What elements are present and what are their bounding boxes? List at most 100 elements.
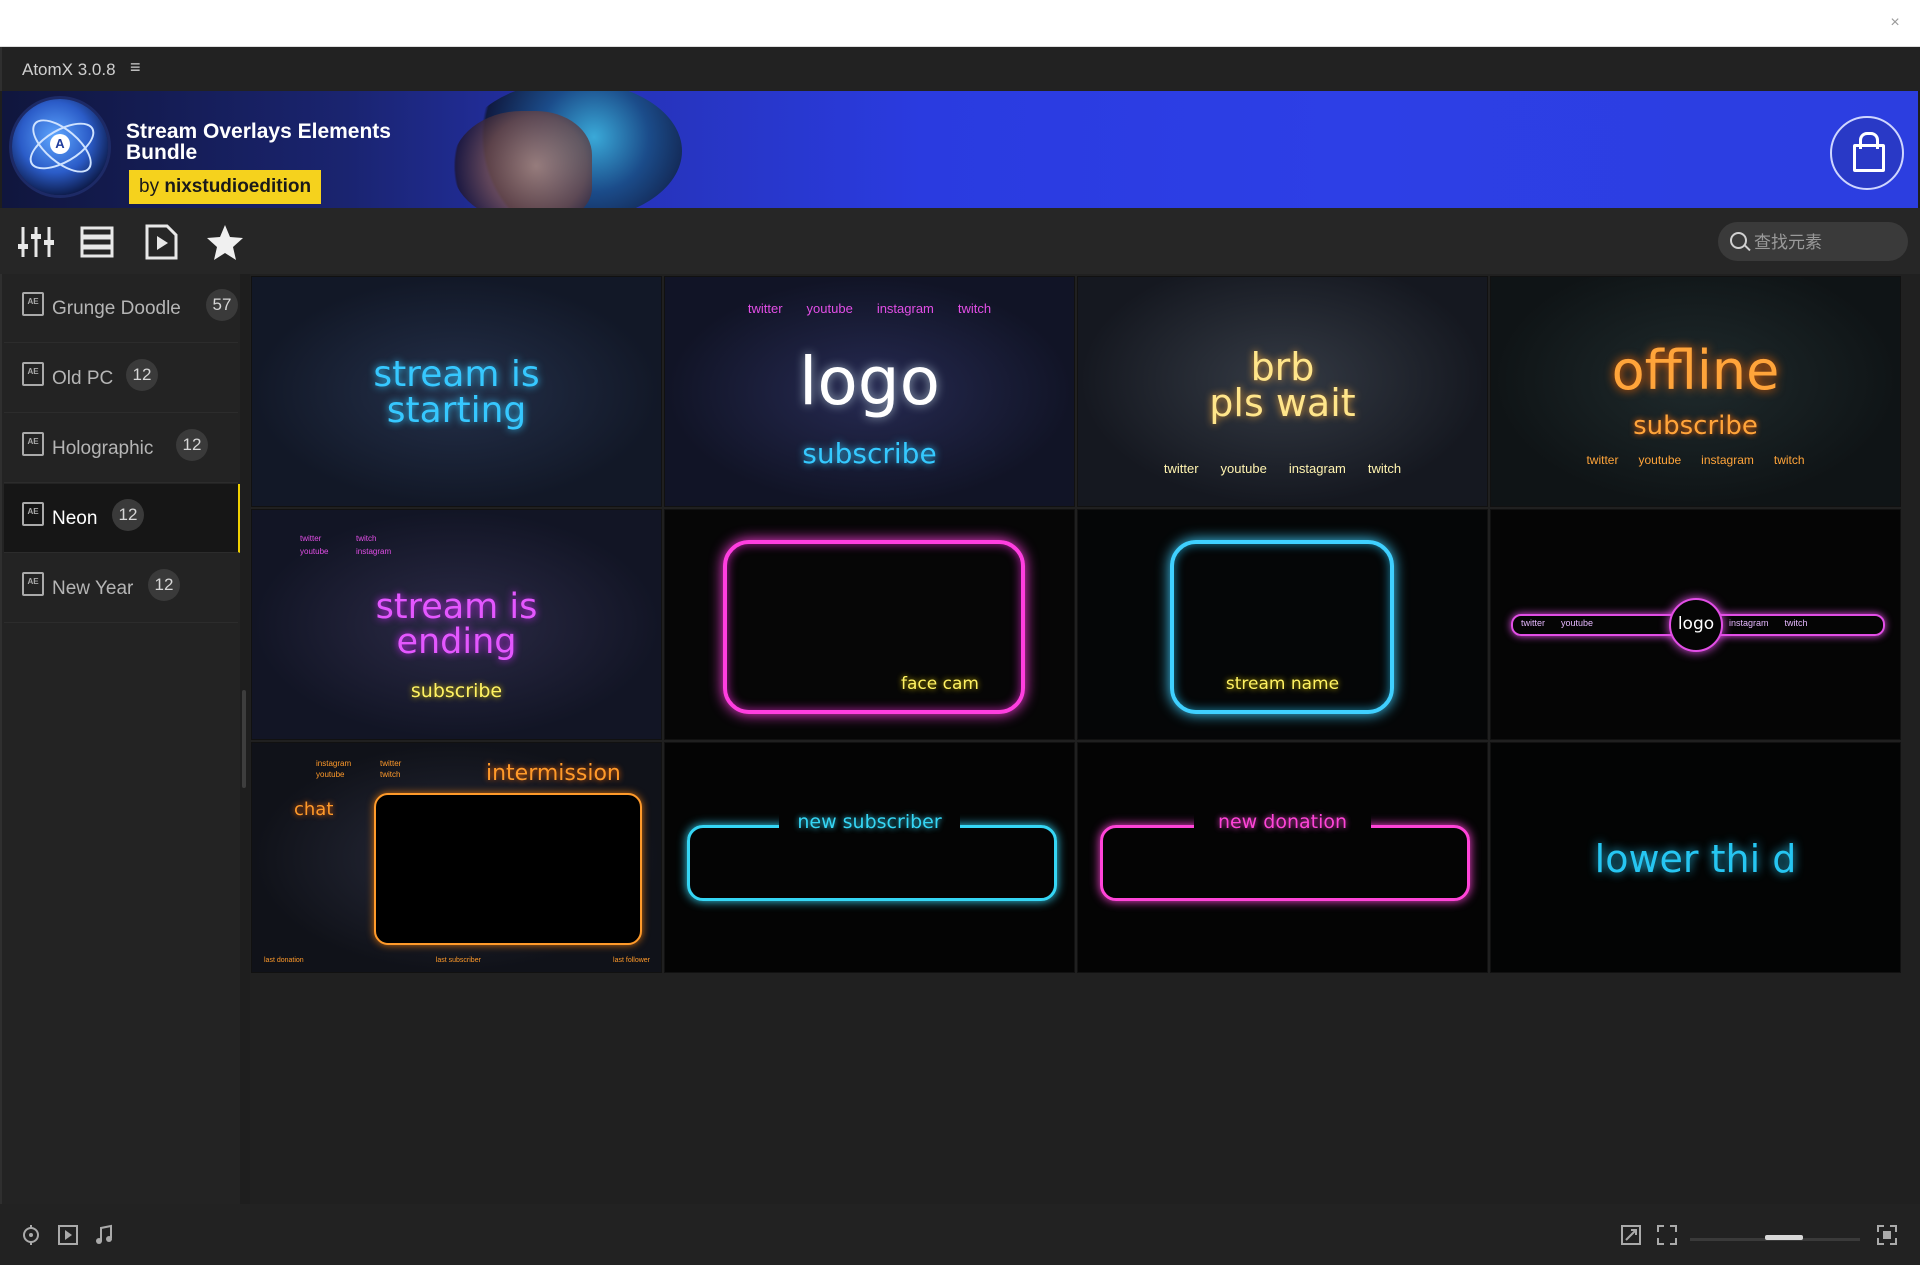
thumb-chat: chat [294,799,334,820]
list-view-icon[interactable] [78,223,118,261]
fit-icon[interactable] [1656,1224,1678,1246]
social-label: instagram [876,301,934,316]
thumbnail-logo-bar[interactable]: twitter youtube instagram twitch logo [1490,509,1901,740]
author-prefix: by [139,176,160,197]
count-badge: 12 [176,429,208,461]
social-label: youtube [300,547,329,556]
author-name: nixstudioedition [164,176,312,197]
thumbnail-stream-ending[interactable]: twitter twitch youtube instagram stream … [251,509,662,740]
close-icon[interactable]: × [1884,12,1906,34]
sidebar-item-new-year[interactable]: AE New Year 12 [4,554,238,623]
social-label: youtube [806,301,853,316]
sliders-icon[interactable] [16,223,56,261]
social-label: twitter [747,301,783,316]
thumbnail-new-subscriber[interactable]: new subscriber [664,742,1075,973]
sidebar-item-neon[interactable]: AE Neon 12 [4,484,240,553]
neon-frame [723,540,1025,714]
social-label: youtube [1561,618,1594,628]
footer-label: last donation [264,957,304,964]
social-label: twitch [356,534,377,543]
music-icon[interactable] [93,1224,115,1246]
social-label: instagram [1701,453,1754,467]
social-label: twitch [1773,453,1805,467]
thumbnail-lower-third[interactable]: lower thi d [1490,742,1901,973]
atomx-logo: A [12,99,108,195]
zoom-slider[interactable] [1690,1235,1860,1241]
social-label: youtube [1638,453,1682,467]
ae-file-icon: AE [22,292,44,316]
bottom-bar [0,1204,1920,1265]
thumb-line: ending [396,622,517,662]
social-row: twitter youtube instagram twitch [665,301,1074,316]
thumbnail-logo-subscribe[interactable]: twitter youtube instagram twitch logo su… [664,276,1075,507]
thumb-label: lower thi d [1594,837,1797,881]
sidebar-item-old-pc[interactable]: AE Old PC 12 [4,344,238,413]
search-input[interactable] [1752,222,1901,263]
thumb-main: offline [1611,339,1780,402]
thumb-sub: subscribe [802,437,937,470]
thumbnail-stream-starting[interactable]: stream is starting [251,276,662,507]
media-file-icon[interactable] [142,223,182,261]
thumbnail-offline[interactable]: offline subscribe twitter youtube instag… [1490,276,1901,507]
star-icon[interactable] [205,223,245,261]
menu-icon[interactable]: ≡ [130,57,141,78]
product-title: Stream Overlays Elements Bundle [126,120,391,164]
ae-file-icon: AE [22,502,44,526]
toolbar [0,208,1920,274]
thumbnail-brb[interactable]: brb pls wait twitter youtube instagram t… [1077,276,1488,507]
app-title: AtomX 3.0.8 [22,60,116,79]
social-label: instagram [356,547,392,556]
social-label: instagram [316,759,352,768]
social-label: twitter [1521,618,1546,628]
social-label: twitch [1784,618,1808,628]
count-badge: 12 [126,359,158,391]
count-badge: 12 [112,499,144,531]
thumb-label-wrap: new donation [1078,811,1487,833]
footer-label: last subscriber [435,957,481,964]
neon-box [687,825,1057,901]
social-label: instagram [1729,618,1769,628]
social-label: twitch [380,770,401,779]
thumb-line: brb [1250,345,1315,389]
social-row: twitter youtube instagram twitch [1078,461,1487,476]
video-frame [374,793,642,945]
expand-icon[interactable] [1620,1224,1642,1246]
play-icon[interactable] [57,1224,79,1246]
thumb-label-wrap: new subscriber [665,811,1074,833]
neon-box [1100,825,1470,901]
thumb-line: pls wait [1209,381,1356,425]
banner-person-art [452,111,592,208]
thumb-sub: subscribe [410,680,503,702]
snap-icon[interactable] [20,1224,42,1246]
shopping-bag-icon[interactable] [1830,116,1904,190]
sidebar-item-holographic[interactable]: AE Holographic 12 [4,414,238,483]
social-label: twitch [957,301,992,316]
thumb-label: face cam [901,674,979,694]
thumb-sub: subscribe [1633,411,1758,441]
product-banner: A Stream Overlays Elements Bundle by nix… [2,91,1918,208]
author-badge[interactable]: by nixstudioedition [129,170,322,204]
sidebar-item-label: Old PC [52,368,114,389]
search-icon [1730,232,1747,249]
search-box[interactable] [1718,222,1908,263]
thumbnail-new-donation[interactable]: new donation [1077,742,1488,973]
sidebar-scrollbar[interactable] [242,690,246,788]
ae-file-icon: AE [22,432,44,456]
zoom-slider-knob[interactable] [1765,1235,1803,1240]
social-label: twitter [1163,461,1199,476]
sidebar-item-grunge-doodle[interactable]: AE Grunge Doodle 57 [4,274,238,343]
social-label: twitter [380,759,402,768]
category-sidebar: AE Grunge Doodle 57 AE Old PC 12 AE Holo… [0,274,240,1204]
thumb-line: starting [386,390,527,431]
thumbnail-face-cam[interactable]: face cam [664,509,1075,740]
social-label: twitter [1586,453,1619,467]
footer-row: last donation last subscriber last follo… [264,957,650,964]
title-bar: AtomX 3.0.8 ≡ [0,47,1920,91]
ae-file-icon: AE [22,362,44,386]
thumbnail-intermission[interactable]: instagram twitter youtube twitch intermi… [251,742,662,973]
social-label: youtube [1220,461,1267,476]
thumbnail-stream-name[interactable]: stream name [1077,509,1488,740]
social-label: twitch [1367,461,1402,476]
fullscreen-icon[interactable] [1876,1224,1898,1246]
social-row: twitter youtube instagram twitch [1491,453,1900,467]
